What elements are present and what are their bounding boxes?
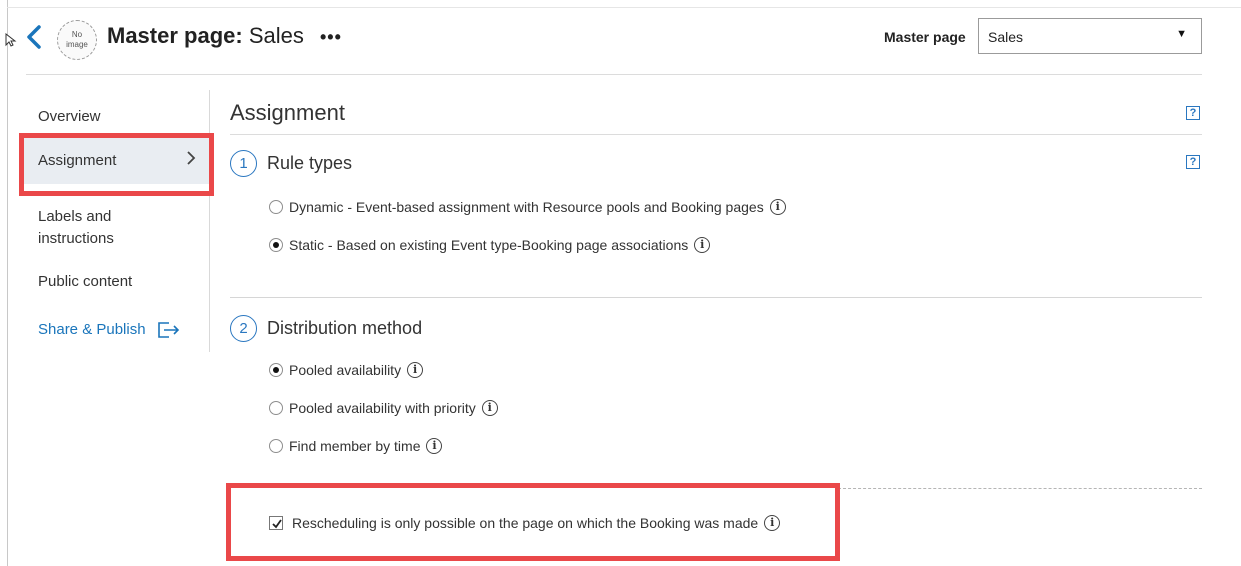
radio-option-pooled-availability[interactable]: Pooled availability i xyxy=(269,362,424,378)
window-left-border xyxy=(7,0,8,566)
master-page-select[interactable]: Sales ▼ xyxy=(978,18,1202,54)
sidebar-item-labels-and-instructions[interactable]: Labels and instructions xyxy=(24,206,144,250)
radio-label: Static - Based on existing Event type-Bo… xyxy=(289,237,689,253)
radio-button[interactable] xyxy=(269,439,283,453)
radio-button[interactable] xyxy=(269,200,283,214)
help-icon[interactable]: ? xyxy=(1186,155,1200,169)
sidebar-item-share-publish[interactable]: Share & Publish xyxy=(24,321,209,338)
page-avatar: No image xyxy=(57,20,97,60)
radio-option-find-member-by-time[interactable]: Find member by time i xyxy=(269,438,443,454)
info-icon[interactable]: i xyxy=(481,400,498,416)
header-divider xyxy=(26,74,1202,75)
radio-button[interactable] xyxy=(269,401,283,415)
radio-button[interactable] xyxy=(269,363,283,377)
sidebar-item-label: Share & Publish xyxy=(38,321,146,338)
section-divider xyxy=(230,134,1202,135)
info-icon[interactable]: i xyxy=(769,199,786,215)
no-image-line2: image xyxy=(66,40,88,49)
master-page-select-value: Sales xyxy=(988,29,1024,45)
step-divider xyxy=(230,297,1202,298)
radio-label: Pooled availability xyxy=(289,362,402,378)
back-chevron-icon[interactable] xyxy=(24,24,44,50)
highlight-rescheduling xyxy=(226,483,840,561)
page-title-name: Sales xyxy=(248,23,304,48)
radio-label: Find member by time xyxy=(289,438,421,454)
sidebar-nav: Overview Assignment Labels and instructi… xyxy=(24,90,210,352)
mouse-cursor-icon xyxy=(5,33,17,47)
master-page-label: Master page xyxy=(884,29,966,45)
step-number-2: 2 xyxy=(230,315,257,342)
radio-option-dynamic[interactable]: Dynamic - Event-based assignment with Re… xyxy=(269,199,786,215)
radio-label: Pooled availability with priority xyxy=(289,400,476,416)
no-image-line1: No xyxy=(71,30,83,39)
page-title-prefix: Master page: xyxy=(107,23,243,48)
radio-option-pooled-with-priority[interactable]: Pooled availability with priority i xyxy=(269,400,498,416)
step-title-distribution-method: Distribution method xyxy=(267,318,423,338)
radio-option-static[interactable]: Static - Based on existing Event type-Bo… xyxy=(269,237,711,253)
share-export-icon xyxy=(157,322,179,338)
section-title: Assignment xyxy=(230,100,345,125)
step-number-1: 1 xyxy=(230,150,257,177)
help-icon[interactable]: ? xyxy=(1186,106,1200,120)
radio-label: Dynamic - Event-based assignment with Re… xyxy=(289,199,764,215)
sidebar-item-public-content[interactable]: Public content xyxy=(24,273,209,290)
info-icon[interactable]: i xyxy=(407,362,424,378)
info-icon[interactable]: i xyxy=(426,438,443,454)
info-icon[interactable]: i xyxy=(694,237,711,253)
step-title-rule-types: Rule types xyxy=(267,153,353,173)
window-top-border xyxy=(7,7,1241,8)
sidebar-item-overview[interactable]: Overview xyxy=(24,108,209,125)
dropdown-caret-icon: ▼ xyxy=(1176,28,1187,40)
dashed-divider xyxy=(838,488,1202,489)
page-title: Master page: Sales xyxy=(107,23,304,49)
radio-button[interactable] xyxy=(269,238,283,252)
more-options-button[interactable]: ••• xyxy=(320,27,342,48)
highlight-assignment xyxy=(19,133,214,196)
